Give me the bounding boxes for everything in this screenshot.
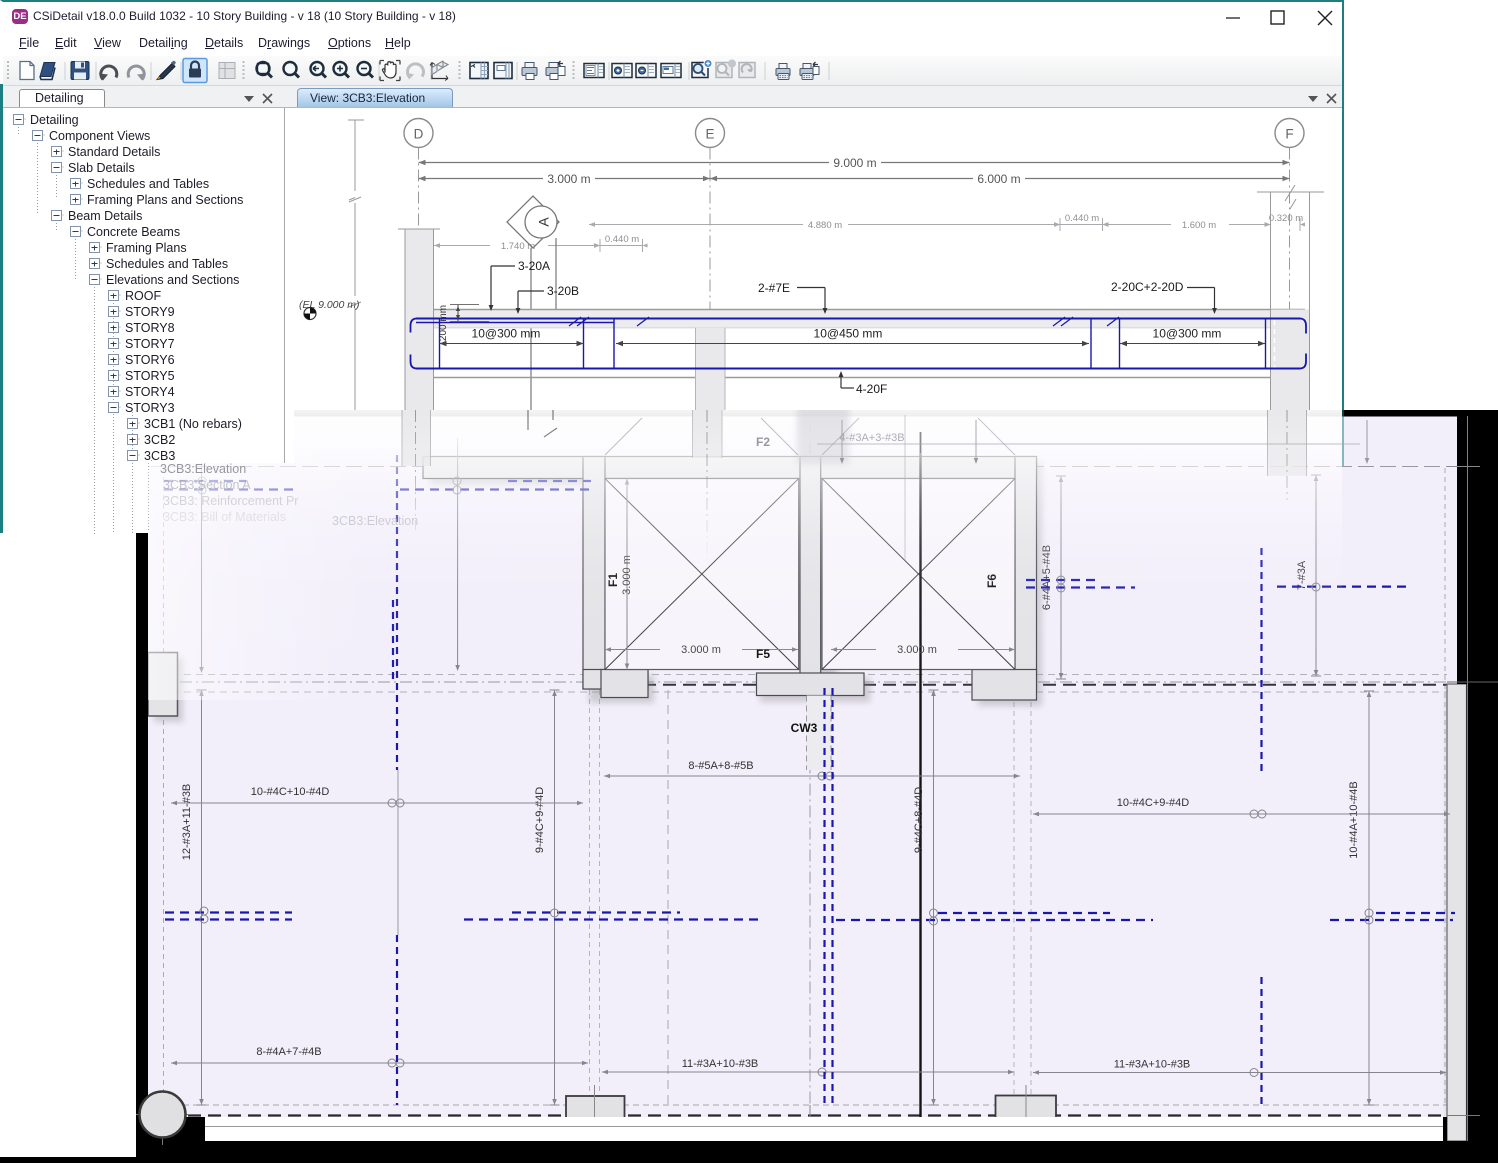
svg-text:10-#4C+10-#4D: 10-#4C+10-#4D xyxy=(251,786,330,798)
svg-text:4.880 m: 4.880 m xyxy=(808,220,842,231)
svg-text:Schedules and Tables: Schedules and Tables xyxy=(87,177,209,191)
svg-text:Component Views: Component Views xyxy=(49,129,150,143)
svg-text:ROOF: ROOF xyxy=(125,289,161,303)
svg-text:STORY5: STORY5 xyxy=(125,369,175,383)
svg-text:8-#4A+7-#4B: 8-#4A+7-#4B xyxy=(256,1046,321,1058)
svg-text:F: F xyxy=(1285,127,1293,142)
svg-text:3-20B: 3-20B xyxy=(547,284,579,298)
svg-text:STORY4: STORY4 xyxy=(125,385,175,399)
svg-text:10-#4C+9-#4D: 10-#4C+9-#4D xyxy=(1117,797,1190,809)
svg-text:8-#5A+8-#5B: 8-#5A+8-#5B xyxy=(688,760,753,772)
svg-text:Concrete Beams: Concrete Beams xyxy=(87,225,180,239)
svg-text:10-#4A+10-#4B: 10-#4A+10-#4B xyxy=(1348,781,1360,858)
svg-text:Framing Plans and Sections: Framing Plans and Sections xyxy=(87,193,243,207)
svg-text:3CB3:Section A: 3CB3:Section A xyxy=(163,478,251,492)
svg-text:2-#7E: 2-#7E xyxy=(758,281,790,295)
svg-text:3CB3:Elevation: 3CB3:Elevation xyxy=(160,462,246,476)
svg-text:9-#4C+8-#4D: 9-#4C+8-#4D xyxy=(913,787,925,853)
svg-text:STORY7: STORY7 xyxy=(125,337,175,351)
svg-text:3CB1 (No rebars): 3CB1 (No rebars) xyxy=(144,417,242,431)
svg-text:3CB3: Bill of Materials: 3CB3: Bill of Materials xyxy=(163,510,286,524)
svg-text:200 mm: 200 mm xyxy=(438,305,449,341)
svg-text:6.000 m: 6.000 m xyxy=(977,172,1020,186)
svg-text:E: E xyxy=(705,127,714,142)
svg-text:0.320 m: 0.320 m xyxy=(1269,213,1303,224)
svg-text:STORY9: STORY9 xyxy=(125,305,175,319)
svg-text:11-#3A+10-#3B: 11-#3A+10-#3B xyxy=(682,1058,759,1070)
svg-text:10@300 mm: 10@300 mm xyxy=(472,327,541,341)
svg-text:STORY6: STORY6 xyxy=(125,353,175,367)
svg-text:Framing Plans: Framing Plans xyxy=(106,241,187,255)
svg-text:10@450 mm: 10@450 mm xyxy=(814,327,883,341)
svg-text:Elevations and Sections: Elevations and Sections xyxy=(106,273,239,287)
svg-text:STORY8: STORY8 xyxy=(125,321,175,335)
svg-text:12-#3A+11-#3B: 12-#3A+11-#3B xyxy=(181,784,193,861)
svg-text:3-20A: 3-20A xyxy=(518,259,550,273)
svg-text:3.000 m: 3.000 m xyxy=(547,172,590,186)
svg-text:1.740 m: 1.740 m xyxy=(501,241,535,252)
svg-text:4-#3A+3-#3B: 4-#3A+3-#3B xyxy=(839,432,904,444)
svg-text:0.440 m: 0.440 m xyxy=(605,234,639,245)
svg-text:Standard Details: Standard Details xyxy=(68,145,160,159)
svg-text:Schedules and Tables: Schedules and Tables xyxy=(106,257,228,271)
svg-text:0.440 m: 0.440 m xyxy=(1065,213,1099,224)
svg-text:4-20F: 4-20F xyxy=(856,382,887,396)
svg-text:3CB2: 3CB2 xyxy=(144,433,175,447)
svg-text:F2: F2 xyxy=(756,435,770,449)
svg-text:3CB3:Elevation: 3CB3:Elevation xyxy=(332,514,418,528)
svg-text:Slab Details: Slab Details xyxy=(68,161,135,175)
svg-text:A: A xyxy=(536,217,552,227)
svg-text:1.600 m: 1.600 m xyxy=(1182,220,1216,231)
svg-text:9.000 m: 9.000 m xyxy=(833,156,876,170)
svg-text:D: D xyxy=(414,127,424,142)
svg-text:3CB3: 3CB3 xyxy=(144,449,175,463)
svg-text:STORY3: STORY3 xyxy=(125,401,175,415)
svg-text:11-#3A+10-#3B: 11-#3A+10-#3B xyxy=(1114,1059,1191,1071)
svg-text:2-20C+2-20D: 2-20C+2-20D xyxy=(1111,280,1184,294)
svg-text:3CB3: Reinforcement Pr: 3CB3: Reinforcement Pr xyxy=(163,494,298,508)
svg-text:Beam Details: Beam Details xyxy=(68,209,142,223)
svg-text:9-#4C+9-#4D: 9-#4C+9-#4D xyxy=(534,787,546,853)
svg-text:CW3: CW3 xyxy=(791,721,818,735)
svg-text:Detailing: Detailing xyxy=(30,113,79,127)
svg-text:10@300 mm: 10@300 mm xyxy=(1153,327,1222,341)
